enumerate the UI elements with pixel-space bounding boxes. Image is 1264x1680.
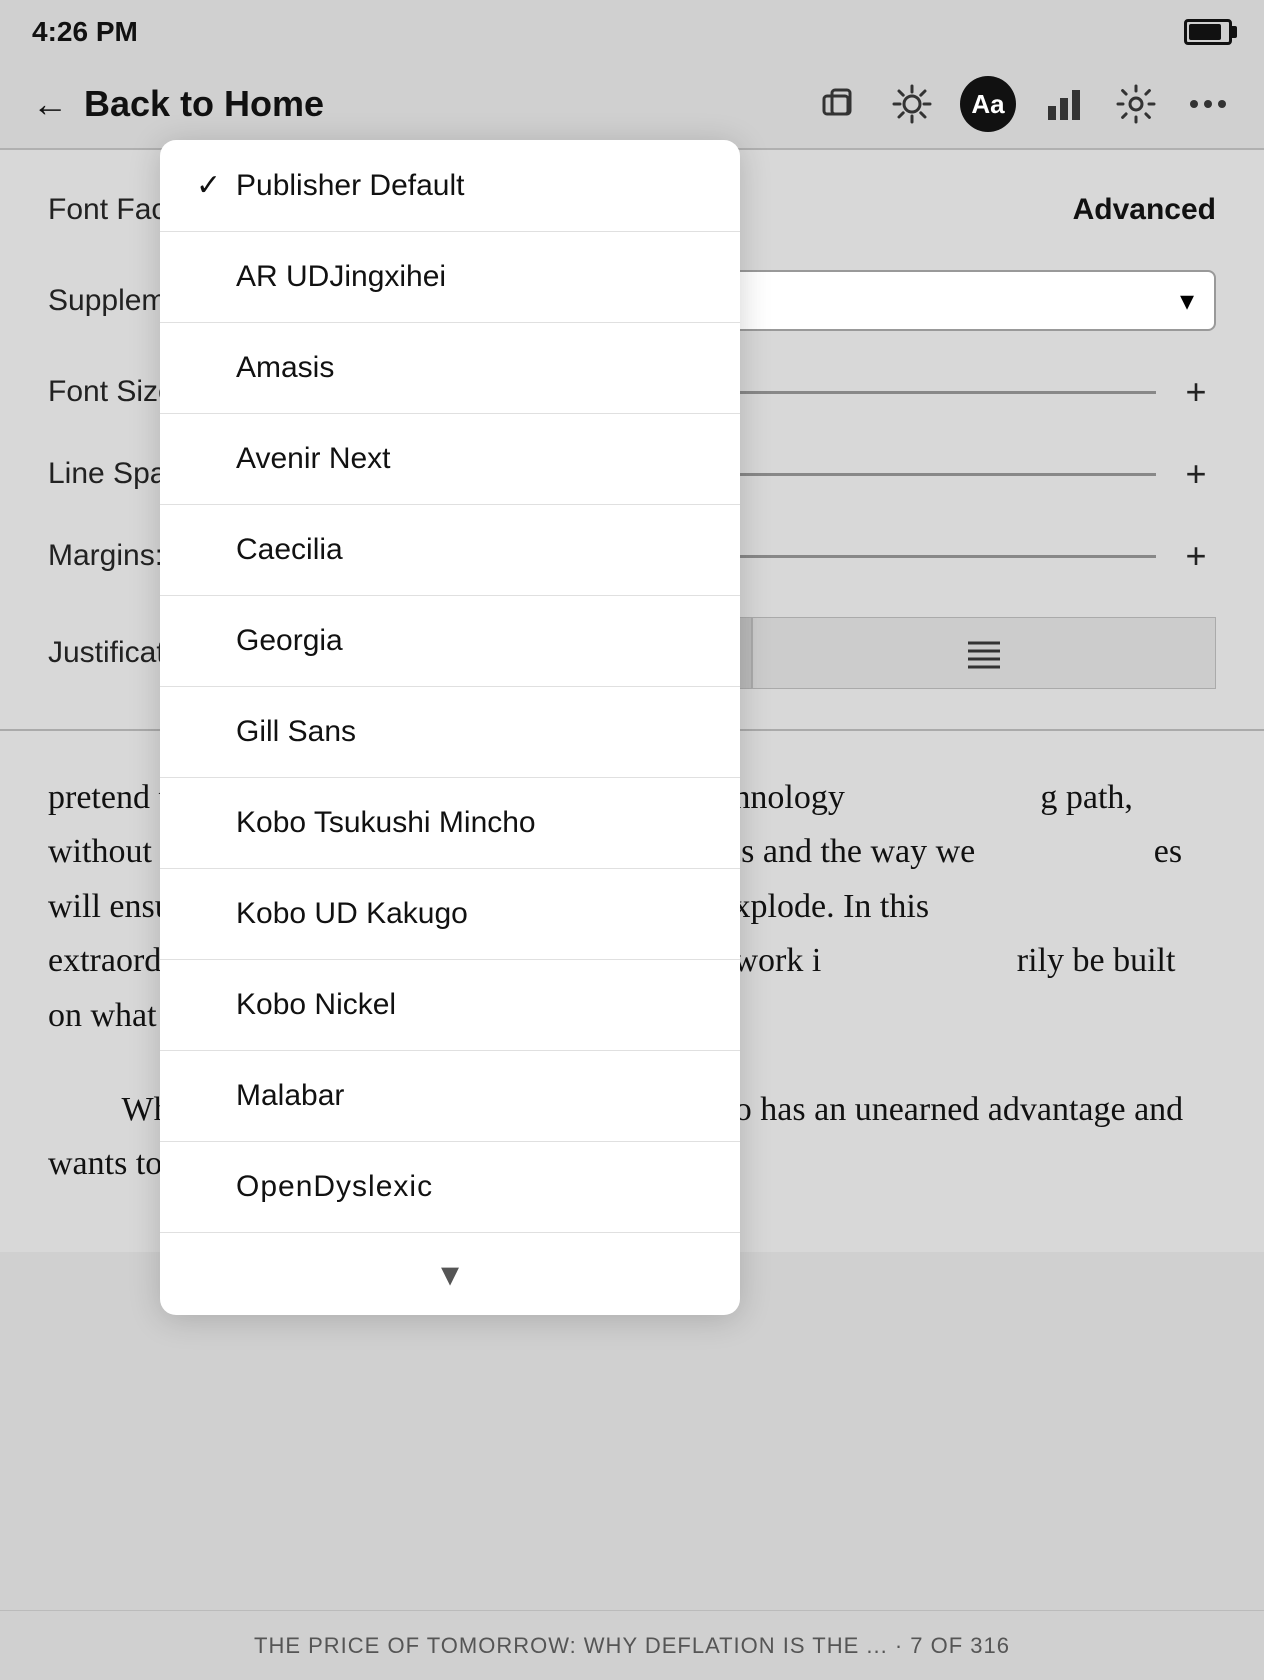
font-list-item[interactable]: AR UDJingxihei — [160, 232, 740, 323]
supplemental-chevron-icon: ▾ — [1180, 284, 1194, 317]
font-name-label: Caecilia — [236, 533, 704, 567]
battery-icon — [1184, 19, 1232, 45]
font-list-item[interactable]: Gill Sans — [160, 687, 740, 778]
font-name-label: Malabar — [236, 1079, 704, 1113]
margins-plus[interactable]: + — [1176, 535, 1216, 577]
more-icon[interactable] — [1184, 80, 1232, 128]
font-name-label: Gill Sans — [236, 715, 704, 749]
font-size-plus[interactable]: + — [1176, 371, 1216, 413]
font-name-label: Amasis — [236, 351, 704, 385]
back-arrow-icon[interactable]: ← — [32, 83, 68, 125]
font-name-label: OpenDyslexic — [236, 1170, 704, 1204]
font-name-label: Kobo Nickel — [236, 988, 704, 1022]
font-list-item[interactable]: Avenir Next — [160, 414, 740, 505]
font-list-item[interactable]: Kobo UD Kakugo — [160, 869, 740, 960]
status-time: 4:26 PM — [32, 16, 138, 48]
theme-icon[interactable] — [816, 80, 864, 128]
font-name-label: Avenir Next — [236, 442, 704, 476]
font-list-item[interactable]: ✓Publisher Default — [160, 140, 740, 232]
advanced-link[interactable]: Advanced — [1073, 193, 1216, 227]
status-bar: 4:26 PM — [0, 0, 1264, 60]
dropdown-more-chevron: ▾ — [441, 1253, 459, 1295]
status-icons — [1184, 19, 1232, 45]
dropdown-more-button[interactable]: ▾ — [160, 1232, 740, 1315]
font-name-label: AR UDJingxihei — [236, 260, 704, 294]
font-name-label: Publisher Default — [236, 169, 704, 203]
font-name-label: Kobo UD Kakugo — [236, 897, 704, 931]
book-footer: THE PRICE OF TOMORROW: WHY DEFLATION IS … — [0, 1610, 1264, 1680]
font-name-label: Georgia — [236, 624, 704, 658]
justify-full-button[interactable] — [752, 617, 1216, 689]
back-to-home-label[interactable]: Back to Home — [84, 83, 324, 125]
nav-bar: ← Back to Home Aa — [0, 60, 1264, 150]
font-list-item[interactable]: Amasis — [160, 323, 740, 414]
font-list-item[interactable]: Kobo Nickel — [160, 960, 740, 1051]
font-list-item[interactable]: OpenDyslexic — [160, 1142, 740, 1232]
font-list-item[interactable]: Caecilia — [160, 505, 740, 596]
font-list-item[interactable]: Kobo Tsukushi Mincho — [160, 778, 740, 869]
font-list: ✓Publisher Default AR UDJingxihei Amasis Av… — [160, 140, 740, 1232]
gear-icon[interactable] — [1112, 80, 1160, 128]
nav-left: ← Back to Home — [32, 83, 324, 125]
font-check-icon: ✓ — [196, 168, 236, 203]
supplemental-dropdown[interactable]: ▾ — [716, 270, 1216, 331]
chart-icon[interactable] — [1040, 80, 1088, 128]
line-spacing-plus[interactable]: + — [1176, 453, 1216, 495]
font-list-item[interactable]: Malabar — [160, 1051, 740, 1142]
font-dropdown-overlay: ✓Publisher Default AR UDJingxihei Amasis Av… — [160, 140, 740, 1315]
font-list-item[interactable]: Georgia — [160, 596, 740, 687]
font-settings-icon[interactable]: Aa — [960, 76, 1016, 132]
font-name-label: Kobo Tsukushi Mincho — [236, 806, 704, 840]
aa-label: Aa — [971, 89, 1004, 120]
nav-right: Aa — [816, 76, 1232, 132]
brightness-icon[interactable] — [888, 80, 936, 128]
book-footer-text: THE PRICE OF TOMORROW: WHY DEFLATION IS … — [254, 1633, 1010, 1659]
